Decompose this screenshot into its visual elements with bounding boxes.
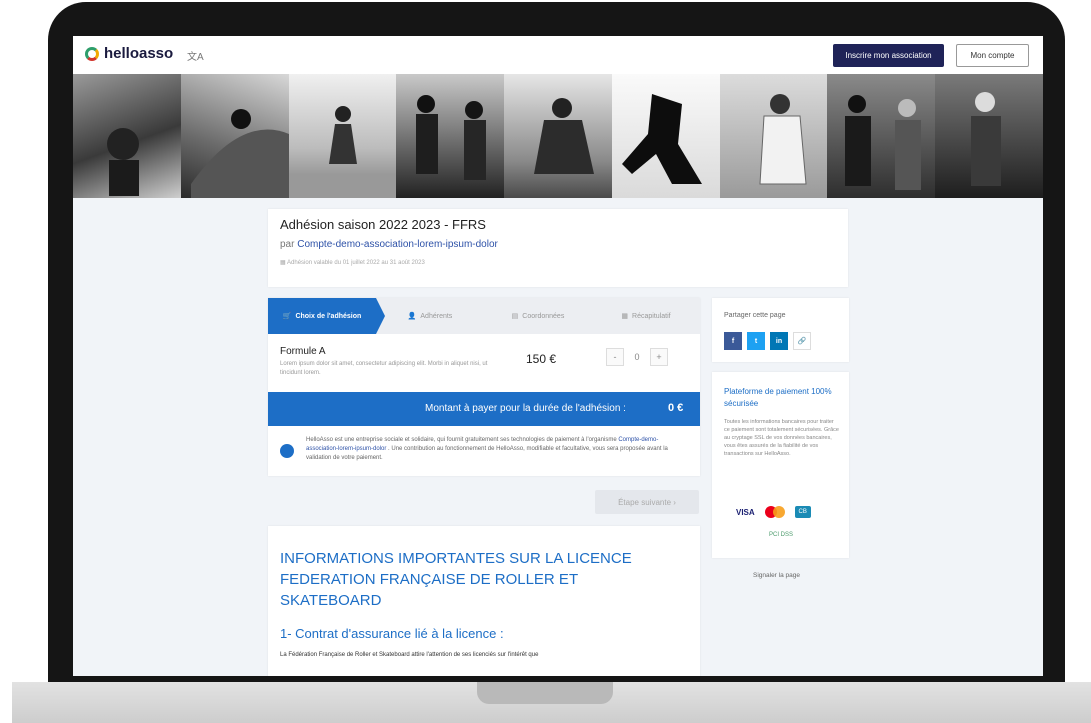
step-label: Coordonnées bbox=[522, 312, 565, 320]
step-label: Adhérents bbox=[420, 312, 453, 320]
banner-photo bbox=[180, 74, 289, 198]
by-prefix: par bbox=[280, 239, 295, 250]
twitter-icon[interactable]: t bbox=[747, 332, 765, 350]
validity-dates: ▦ Adhésion valable du 01 juillet 2022 au… bbox=[280, 259, 425, 266]
cb-logo: CB bbox=[794, 506, 811, 518]
laptop-notch bbox=[477, 682, 613, 704]
report-page-link[interactable]: Signaler la page bbox=[753, 572, 800, 579]
formula-name: Formule A bbox=[280, 346, 326, 357]
link-icon[interactable]: 🔗 bbox=[793, 332, 811, 350]
secure-description: Toutes les informations bancaires pour t… bbox=[724, 419, 839, 457]
banner-photo bbox=[935, 74, 1043, 198]
campaign-title: Adhésion saison 2022 2023 - FFRS bbox=[280, 217, 486, 232]
total-label: Montant à payer pour la durée de l'adhés… bbox=[425, 403, 626, 414]
decrement-button[interactable]: - bbox=[606, 348, 624, 366]
translate-icon[interactable]: 文A bbox=[187, 48, 204, 63]
payment-logos: VISA CB bbox=[736, 506, 811, 518]
banner-photo bbox=[288, 74, 397, 198]
dates-text: Adhésion valable du 01 juillet 2022 au 3… bbox=[287, 260, 425, 266]
mastercard-logo bbox=[764, 506, 785, 518]
register-association-button[interactable]: Inscrire mon association bbox=[833, 44, 944, 67]
license-info-card: INFORMATIONS IMPORTANTES SUR LA LICENCE … bbox=[268, 526, 700, 676]
top-navigation: helloasso 文A Inscrire mon association Mo… bbox=[73, 36, 1043, 74]
campaign-header-card: Adhésion saison 2022 2023 - FFRS par Com… bbox=[268, 209, 848, 287]
helloasso-logo[interactable]: helloasso bbox=[85, 45, 173, 62]
visa-logo: VISA bbox=[736, 507, 755, 517]
organization-line: par Compte-demo-association-lorem-ipsum-… bbox=[280, 239, 498, 250]
my-account-button[interactable]: Mon compte bbox=[956, 44, 1029, 67]
logo-icon bbox=[85, 46, 99, 61]
share-card: Partager cette page f t in 🔗 bbox=[712, 298, 849, 362]
user-icon: 👤 bbox=[407, 313, 417, 320]
calendar-icon: ▦ bbox=[280, 260, 288, 266]
formula-price: 150 € bbox=[526, 352, 557, 366]
list-icon: ▦ bbox=[621, 313, 629, 320]
card-icon: ▤ bbox=[511, 313, 519, 320]
total-value: 0 € bbox=[668, 402, 684, 414]
formula-description: Lorem ipsum dolor sit amet, consectetur … bbox=[280, 361, 488, 376]
insurance-paragraph: La Fédération Française de Roller et Ska… bbox=[280, 652, 539, 658]
pci-logo: PCI DSS bbox=[769, 532, 794, 538]
sports-banner bbox=[73, 74, 1043, 198]
organization-link[interactable]: Compte-demo-association-lorem-ipsum-dolo… bbox=[297, 239, 498, 250]
quantity-value[interactable]: 0 bbox=[628, 348, 646, 366]
banner-photo bbox=[73, 74, 181, 198]
step-label: Choix de l'adhésion bbox=[295, 312, 362, 320]
step-membership-choice[interactable]: 🛒 Choix de l'adhésion bbox=[268, 298, 385, 334]
secure-title: Plateforme de paiement 100% sécurisée bbox=[724, 387, 832, 408]
banner-photo bbox=[396, 74, 505, 198]
license-heading: INFORMATIONS IMPORTANTES SUR LA LICENCE … bbox=[280, 550, 632, 609]
insurance-subheading: 1- Contrat d'assurance lié à la licence … bbox=[280, 626, 504, 641]
increment-button[interactable]: + bbox=[650, 348, 668, 366]
notice-text-before: HelloAsso est une entreprise sociale et … bbox=[306, 437, 617, 443]
quantity-stepper: - 0 + bbox=[606, 348, 668, 366]
share-buttons: f t in 🔗 bbox=[724, 332, 811, 350]
next-step-button[interactable]: Étape suivante › bbox=[595, 490, 699, 514]
step-label: Récapitulatif bbox=[632, 312, 671, 320]
banner-photo bbox=[611, 74, 720, 198]
helloasso-notice: HelloAsso est une entreprise sociale et … bbox=[306, 436, 686, 463]
checkout-steps: 🛒 Choix de l'adhésion 👤 Adhérents ▤ Coordon… bbox=[268, 298, 700, 334]
linkedin-icon[interactable]: in bbox=[770, 332, 788, 350]
total-amount-bar: Montant à payer pour la durée de l'adhés… bbox=[268, 392, 700, 426]
secure-payment-card: Plateforme de paiement 100% sécurisée To… bbox=[712, 372, 849, 558]
heart-icon bbox=[280, 444, 294, 458]
banner-photo bbox=[504, 74, 612, 198]
logo-text: helloasso bbox=[104, 45, 174, 62]
step-summary: ▦ Récapitulatif bbox=[592, 298, 700, 334]
step-members: 👤 Adhérents bbox=[376, 298, 484, 334]
browser-screen: helloasso 文A Inscrire mon association Mo… bbox=[73, 36, 1043, 676]
cart-icon: 🛒 bbox=[282, 313, 292, 320]
share-title: Partager cette page bbox=[724, 312, 786, 319]
banner-photo bbox=[827, 74, 936, 198]
step-contact-details: ▤ Coordonnées bbox=[484, 298, 592, 334]
facebook-icon[interactable]: f bbox=[724, 332, 742, 350]
membership-form-card: 🛒 Choix de l'adhésion 👤 Adhérents ▤ Coordon… bbox=[268, 298, 700, 476]
banner-photo bbox=[719, 74, 828, 198]
